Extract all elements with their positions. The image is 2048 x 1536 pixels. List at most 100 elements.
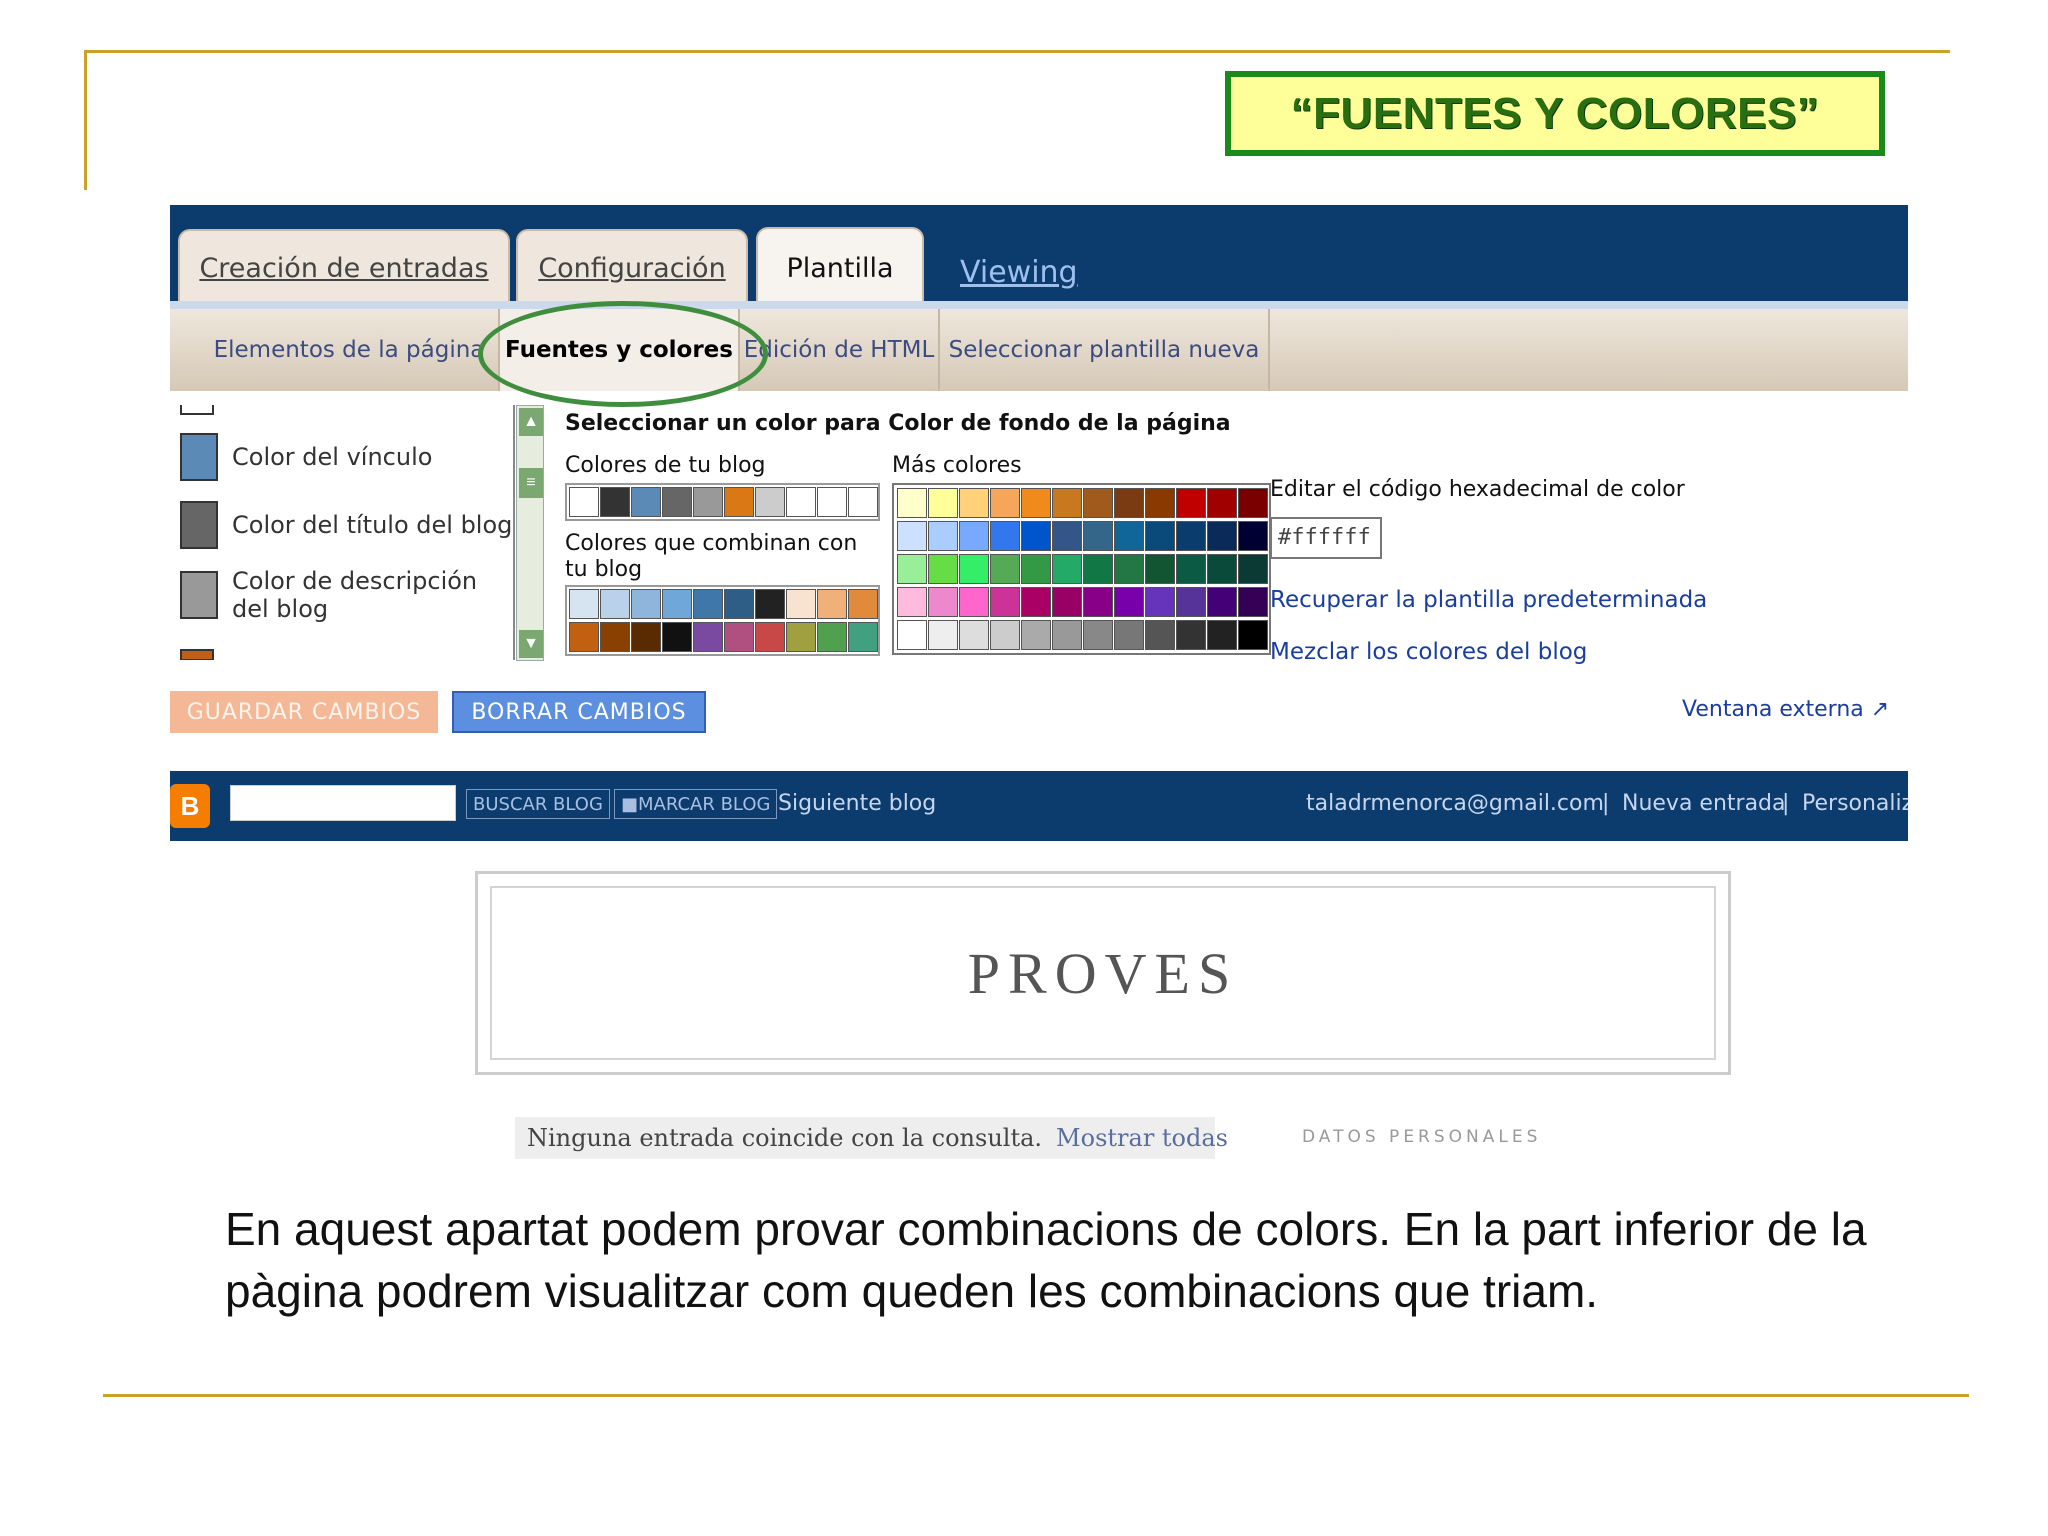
- color-swatch-cell[interactable]: [959, 554, 989, 584]
- list-item[interactable]: Color de descripción del blog: [180, 567, 510, 623]
- tab-template[interactable]: Plantilla: [756, 227, 924, 307]
- color-swatch-cell[interactable]: [724, 589, 754, 619]
- flag-blog-button[interactable]: ■ MARCAR BLOG: [614, 789, 778, 819]
- color-swatch-cell[interactable]: [928, 488, 958, 518]
- blog-title[interactable]: PROVES: [968, 940, 1238, 1007]
- blog-search-input[interactable]: [230, 785, 456, 821]
- color-swatch-cell[interactable]: [755, 487, 785, 517]
- subtab-new-template[interactable]: Seleccionar plantilla nueva: [940, 309, 1270, 391]
- hex-color-input[interactable]: #ffffff: [1270, 517, 1382, 559]
- color-swatch-cell[interactable]: [1238, 521, 1268, 551]
- color-swatch-cell[interactable]: [662, 487, 692, 517]
- color-swatch-cell[interactable]: [693, 589, 723, 619]
- color-swatch-cell[interactable]: [600, 622, 630, 652]
- color-swatch-cell[interactable]: [1114, 587, 1144, 617]
- color-swatch-cell[interactable]: [1114, 620, 1144, 650]
- color-swatch-cell[interactable]: [600, 589, 630, 619]
- color-swatch-cell[interactable]: [959, 587, 989, 617]
- color-swatch-cell[interactable]: [1207, 620, 1237, 650]
- color-swatch-cell[interactable]: [1207, 521, 1237, 551]
- color-swatch-cell[interactable]: [693, 622, 723, 652]
- color-swatch-cell[interactable]: [897, 587, 927, 617]
- list-item[interactable]: Color del título del blog: [180, 501, 512, 549]
- color-swatch-cell[interactable]: [897, 521, 927, 551]
- color-swatch-cell[interactable]: [1145, 521, 1175, 551]
- color-swatch-cell[interactable]: [1052, 620, 1082, 650]
- color-swatch-cell[interactable]: [959, 521, 989, 551]
- color-swatch-cell[interactable]: [1052, 488, 1082, 518]
- color-swatch-cell[interactable]: [817, 589, 847, 619]
- color-swatch-cell[interactable]: [1021, 587, 1051, 617]
- color-swatch-cell[interactable]: [1052, 554, 1082, 584]
- show-all-link[interactable]: Mostrar todas: [1056, 1124, 1228, 1152]
- color-swatch-cell[interactable]: [1021, 488, 1051, 518]
- color-swatch-cell[interactable]: [1176, 554, 1206, 584]
- external-window-link[interactable]: Ventana externa ↗: [1682, 697, 1889, 722]
- color-swatch-cell[interactable]: [662, 589, 692, 619]
- color-swatch-cell[interactable]: [1114, 488, 1144, 518]
- tab-settings[interactable]: Configuración: [516, 229, 748, 305]
- color-swatch-cell[interactable]: [817, 622, 847, 652]
- color-swatch-cell[interactable]: [990, 554, 1020, 584]
- color-swatch-cell[interactable]: [724, 622, 754, 652]
- color-swatch-cell[interactable]: [1083, 521, 1113, 551]
- color-swatch-cell[interactable]: [897, 554, 927, 584]
- color-swatch-cell[interactable]: [897, 488, 927, 518]
- color-swatch-cell[interactable]: [755, 622, 785, 652]
- color-swatch-cell[interactable]: [786, 487, 816, 517]
- color-swatch-cell[interactable]: [1238, 488, 1268, 518]
- color-swatch-cell[interactable]: [1207, 488, 1237, 518]
- color-swatch-cell[interactable]: [928, 521, 958, 551]
- color-swatch-cell[interactable]: [1145, 554, 1175, 584]
- color-swatch-cell[interactable]: [1083, 587, 1113, 617]
- color-swatch-cell[interactable]: [693, 487, 723, 517]
- scroll-up-icon[interactable]: ▲: [519, 408, 543, 436]
- scroll-down-icon[interactable]: ▼: [519, 630, 543, 658]
- color-swatch-cell[interactable]: [1114, 521, 1144, 551]
- color-swatch-cell[interactable]: [1021, 620, 1051, 650]
- color-swatch-cell[interactable]: [631, 487, 661, 517]
- color-swatch-cell[interactable]: [1176, 521, 1206, 551]
- color-swatch-cell[interactable]: [897, 620, 927, 650]
- color-swatch-cell[interactable]: [1238, 587, 1268, 617]
- color-swatch-cell[interactable]: [848, 589, 878, 619]
- color-swatch-cell[interactable]: [1145, 488, 1175, 518]
- color-swatch-cell[interactable]: [569, 589, 599, 619]
- color-swatch-cell[interactable]: [1176, 587, 1206, 617]
- restore-template-link[interactable]: Recuperar la plantilla predeterminada: [1270, 587, 1707, 613]
- color-swatch-cell[interactable]: [990, 488, 1020, 518]
- color-swatch-cell[interactable]: [1052, 521, 1082, 551]
- color-swatch-cell[interactable]: [1238, 620, 1268, 650]
- customize-link[interactable]: Personalizar: [1802, 791, 1908, 816]
- clear-changes-button[interactable]: BORRAR CAMBIOS: [452, 691, 706, 733]
- color-swatch-cell[interactable]: [1083, 620, 1113, 650]
- list-item[interactable]: Color del vínculo: [180, 433, 432, 481]
- color-swatch-cell[interactable]: [1207, 554, 1237, 584]
- mix-colors-link[interactable]: Mezclar los colores del blog: [1270, 639, 1587, 665]
- color-swatch-cell[interactable]: [1176, 620, 1206, 650]
- color-swatch-cell[interactable]: [990, 587, 1020, 617]
- color-swatch-cell[interactable]: [1083, 488, 1113, 518]
- color-swatch-cell[interactable]: [990, 521, 1020, 551]
- blogger-logo-icon[interactable]: B: [170, 784, 210, 828]
- color-swatch-cell[interactable]: [600, 487, 630, 517]
- color-swatch-cell[interactable]: [1052, 587, 1082, 617]
- color-swatch-cell[interactable]: [662, 622, 692, 652]
- tab-viewing[interactable]: Viewing: [960, 255, 1078, 290]
- color-swatch-cell[interactable]: [1207, 587, 1237, 617]
- color-swatch-cell[interactable]: [1021, 521, 1051, 551]
- list-scrollbar[interactable]: ▲ ≡ ▼: [516, 405, 544, 661]
- color-swatch-cell[interactable]: [817, 487, 847, 517]
- subtab-page-elements[interactable]: Elementos de la página: [200, 309, 500, 391]
- color-swatch-cell[interactable]: [990, 620, 1020, 650]
- color-swatch-cell[interactable]: [1176, 488, 1206, 518]
- color-swatch-cell[interactable]: [724, 487, 754, 517]
- subtab-html-edit[interactable]: Edición de HTML: [740, 309, 940, 391]
- color-swatch-cell[interactable]: [569, 487, 599, 517]
- color-swatch-cell[interactable]: [786, 589, 816, 619]
- color-swatch-cell[interactable]: [569, 622, 599, 652]
- color-swatch-cell[interactable]: [1114, 554, 1144, 584]
- color-swatch-cell[interactable]: [1021, 554, 1051, 584]
- search-blog-button[interactable]: BUSCAR BLOG: [466, 789, 610, 819]
- color-swatch-cell[interactable]: [1083, 554, 1113, 584]
